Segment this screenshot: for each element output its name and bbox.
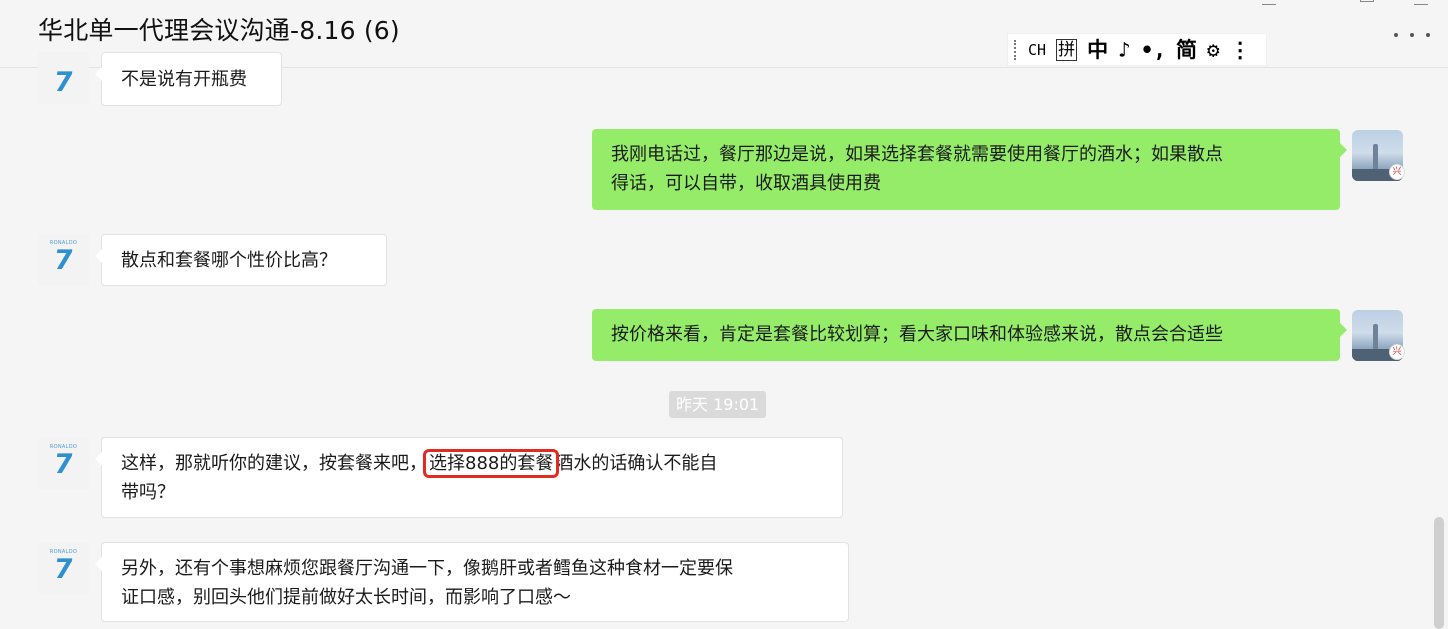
message-text: 这样，那就听你的建议，按套餐来吧， <box>121 453 427 474</box>
chat-window: 华北单一代理会议沟通-8.16 (6) CH 拼 中 ♪ •, 简 ⚙ ⋮ 7 … <box>0 0 1448 629</box>
avatar-number: 7 <box>51 67 76 98</box>
message-bubble[interactable]: 另外，还有个事想麻烦您跟餐厅沟通一下，像鹅肝或者鳕鱼这种食材一定要保 证口感，别… <box>95 542 849 622</box>
chat-title: 华北单一代理会议沟通-8.16 (6) <box>38 16 400 45</box>
message-text: 另外，还有个事想麻烦您跟餐厅沟通一下，像鹅肝或者鳕鱼这种食材一定要保 <box>121 558 733 579</box>
message-text: 不是说有开瓶费 <box>121 69 247 90</box>
ime-settings-icon[interactable]: ⚙ <box>1207 36 1220 64</box>
avatar[interactable]: RONALDO 7 <box>38 543 89 594</box>
minimize-icon[interactable] <box>1262 0 1276 5</box>
ime-grip-icon[interactable] <box>1014 39 1020 60</box>
chat-scrollbar[interactable] <box>1434 517 1444 629</box>
message-bubble-sent[interactable]: 按价格来看，肯定是套餐比较划算；看大家口味和体验感来说，散点会合适些 <box>592 309 1347 361</box>
avatar[interactable]: 兴 <box>1352 130 1405 181</box>
message-bubble[interactable]: 不是说有开瓶费 <box>95 52 282 106</box>
message-text: 带吗？ <box>121 482 175 503</box>
ime-menu-icon[interactable]: ⋮ <box>1230 36 1251 64</box>
highlighted-text: 选择888的套餐 <box>422 449 560 478</box>
message-text: 散点和套餐哪个性价比高？ <box>121 250 337 271</box>
avatar[interactable]: 7 <box>38 52 89 104</box>
avatar[interactable]: 兴 <box>1352 310 1405 361</box>
more-dot-icon <box>1394 33 1398 37</box>
message-text: 按价格来看，肯定是套餐比较划算；看大家口味和体验感来说，散点会合适些 <box>611 324 1223 345</box>
more-options-button[interactable] <box>1394 24 1430 46</box>
ime-pinyin-icon[interactable]: 拼 <box>1056 38 1078 61</box>
close-icon[interactable] <box>1414 0 1428 5</box>
avatar-number: 7 <box>51 448 76 480</box>
message-bubble[interactable]: 这样，那就听你的建议，按套餐来吧， 选择888的套餐 酒水的话确认不能自 带吗？ <box>95 437 843 518</box>
message-text: 证口感，别回头他们提前做好太长时间，而影响了口感～ <box>121 587 571 608</box>
message-text: 酒水的话确认不能自 <box>555 453 718 474</box>
message-bubble[interactable]: 散点和套餐哪个性价比高？ <box>95 234 387 286</box>
ime-punctuation-icon[interactable]: •, <box>1141 36 1166 64</box>
avatar-badge: 兴 <box>1389 164 1405 180</box>
avatar-number: 7 <box>51 553 76 585</box>
avatar[interactable]: RONALDO 7 <box>38 438 89 489</box>
ime-chinese-mode[interactable]: 中 <box>1087 36 1108 64</box>
ime-language-toggle[interactable]: CH <box>1028 36 1046 64</box>
message-timestamp: 昨天 19:01 <box>669 391 767 418</box>
message-text: 得话，可以自带，收取酒具使用费 <box>611 173 881 194</box>
maximize-icon[interactable] <box>1360 0 1374 2</box>
ime-simplified-mode[interactable]: 简 <box>1176 36 1197 64</box>
message-text: 我刚电话过，餐厅那边是说，如果选择套餐就需要使用餐厅的酒水；如果散点 <box>611 144 1223 165</box>
ime-moon-icon[interactable]: ♪ <box>1118 36 1131 64</box>
avatar[interactable]: RONALDO 7 <box>38 234 89 285</box>
message-line: 这样，那就听你的建议，按套餐来吧， 选择888的套餐 酒水的话确认不能自 <box>121 449 824 478</box>
avatar-badge: 兴 <box>1389 344 1405 360</box>
more-dot-icon <box>1426 33 1430 37</box>
ime-toolbar: CH 拼 中 ♪ •, 简 ⚙ ⋮ <box>1007 33 1267 66</box>
avatar-number: 7 <box>51 244 76 276</box>
message-bubble-sent[interactable]: 我刚电话过，餐厅那边是说，如果选择套餐就需要使用餐厅的酒水；如果散点 得话，可以… <box>592 129 1347 210</box>
more-dot-icon <box>1410 33 1414 37</box>
